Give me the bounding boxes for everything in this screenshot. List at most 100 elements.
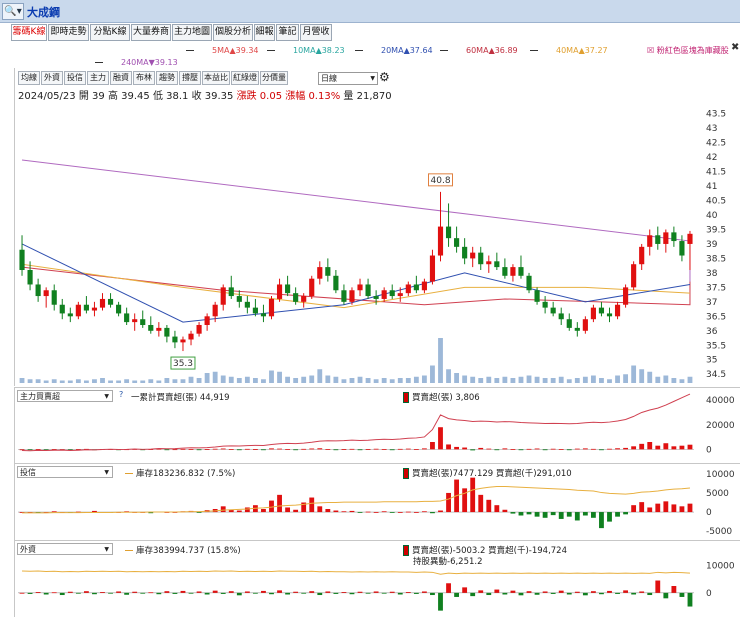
volume-bar [647,371,653,383]
foreign-net-bar [607,590,612,593]
trust-net-bar [478,494,484,513]
volume-bar [309,375,315,383]
foreign-net-bar [365,592,371,594]
foreign-net-bar [454,592,460,597]
trust-net-bar [607,512,612,522]
candle-body [462,246,468,259]
volume-bar [413,376,419,383]
volume-bar [156,380,162,383]
trust-net-bar [421,511,427,513]
main-force-net-bar [349,448,355,450]
main-force-net-bar [228,449,234,450]
trust-net-bar [413,512,419,513]
foreign-net-bar [389,591,395,593]
volume-bar [261,379,266,383]
trust-net-bar [236,510,242,513]
ma-line-ma20 [21,243,691,323]
trust-net-bar [599,512,604,529]
trust-net-bar [615,512,620,517]
candle-body [99,298,106,308]
candle-body [349,290,355,302]
foreign-net-bar [421,591,427,593]
volume-bar [550,378,556,383]
foreign-net-bar [486,592,492,596]
foreign-net-bar [687,592,693,607]
trust-net-bar [196,512,202,513]
volume-bar [293,378,299,383]
foreign-net-bar [430,592,435,596]
trust-net-bar [582,512,588,516]
main-force-tick: 40000 [706,396,735,406]
foreign-net-bar [236,592,242,596]
foreign-net-bar [317,592,323,596]
volume-bar [687,376,693,383]
volume-bar [108,380,113,383]
candle-body [124,313,130,323]
main-force-net-bar [35,449,41,450]
candle-body [397,293,403,297]
volume-bar [188,376,194,383]
volume-bar [196,378,202,383]
candle-body [510,267,516,276]
trust-net-bar [542,512,548,518]
candle-body [566,319,572,328]
foreign-net-bar [220,592,226,594]
volume-bar [317,369,323,383]
main-force-net-bar [413,449,419,450]
candle-body [317,267,323,279]
main-force-net-bar [277,448,282,450]
main-force-net-bar [317,448,323,450]
volume-bar [574,378,580,383]
main-force-net-bar [430,442,435,450]
trust-net-bar [389,512,395,513]
volume-bar [470,376,476,383]
foreign-net-bar [373,591,379,593]
foreign-line [22,570,691,575]
candle-body [486,261,492,265]
volume-bar [59,380,65,383]
volume-bar [430,365,435,383]
candle-body [188,333,194,340]
candle-body [413,284,419,291]
volume-bar [124,379,130,383]
volume-bar [212,371,218,383]
foreign-net-bar [405,592,411,593]
foreign-net-bar [148,592,154,594]
foreign-net-bar [252,592,258,594]
main-force-net-bar [687,444,693,450]
main-force-net-bar [494,449,500,451]
trust-net-bar [679,506,685,513]
trust-net-bar [623,512,629,515]
trust-net-bar [639,502,645,513]
price-tick: 36 [706,327,718,337]
foreign-net-bar [615,592,620,594]
price-tick: 41.5 [706,168,726,178]
volume-bar [325,375,331,383]
main-force-net-bar [172,449,178,451]
trust-net-bar [438,510,443,513]
volume-bar [365,378,371,383]
volume-bar [590,375,596,383]
volume-bar [132,380,138,383]
trust-net-bar [494,505,500,513]
candle-body [365,284,371,297]
volume-bar [204,373,210,383]
candle-body [437,226,444,256]
volume-bar [67,380,73,383]
candle-body [140,319,146,325]
ma-line-ma240 [21,159,691,291]
candle-body [148,325,154,331]
foreign-net-bar [132,591,138,593]
main-force-net-bar [590,448,596,450]
candle-body [51,290,57,305]
foreign-net-bar [446,583,451,593]
volume-bar [180,379,186,383]
price-tick: 38 [706,269,718,279]
trust-net-bar [687,503,693,513]
foreign-net-bar [574,591,580,593]
volume-bar [140,380,146,383]
main-force-net-bar [325,449,331,450]
candle-body [268,298,275,317]
main-force-net-bar [639,443,645,450]
candle-body [445,226,452,239]
